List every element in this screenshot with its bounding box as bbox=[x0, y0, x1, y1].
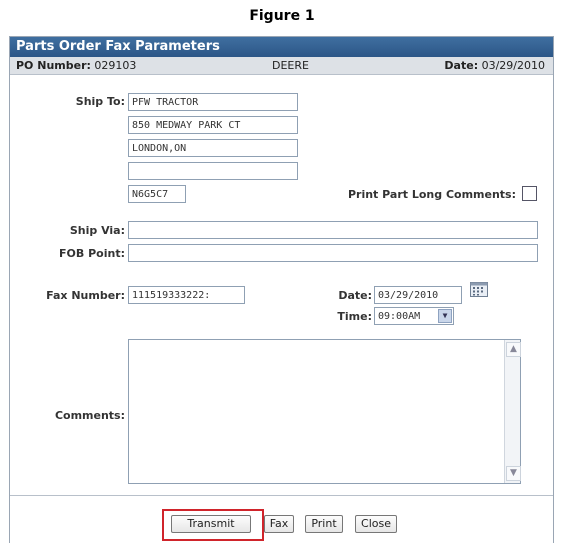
ship-to-label: Ship To: bbox=[75, 95, 125, 108]
po-info-bar: PO Number: 029103 DEERE Date: 03/29/2010 bbox=[10, 57, 553, 75]
ship-to-postal-code[interactable]: N6G5C7 bbox=[128, 185, 186, 203]
fax-time-value: 09:00AM bbox=[378, 311, 421, 322]
fob-point-input[interactable] bbox=[128, 244, 538, 262]
figure-caption: Figure 1 bbox=[249, 8, 315, 24]
calendar-icon[interactable] bbox=[470, 282, 488, 297]
print-button[interactable]: Print bbox=[305, 515, 343, 533]
vendor-name: DEERE bbox=[272, 59, 309, 72]
dialog-title: Parts Order Fax Parameters bbox=[10, 37, 553, 57]
po-date: Date: 03/29/2010 bbox=[444, 57, 545, 75]
po-number-value: 029103 bbox=[94, 59, 137, 72]
comments-textarea[interactable]: ▲ ▼ bbox=[128, 339, 521, 484]
po-date-value: 03/29/2010 bbox=[481, 59, 545, 72]
fax-time-select[interactable]: 09:00AM ▼ bbox=[374, 307, 454, 325]
scroll-down-arrow-icon[interactable]: ▼ bbox=[506, 466, 521, 481]
fax-number-input[interactable]: 111519333222: bbox=[128, 286, 245, 304]
fax-button[interactable]: Fax bbox=[264, 515, 294, 533]
ship-via-label: Ship Via: bbox=[69, 224, 125, 237]
transmit-button[interactable]: Transmit bbox=[171, 515, 251, 533]
fax-date-input[interactable]: 03/29/2010 bbox=[374, 286, 462, 304]
fax-parameters-dialog: Parts Order Fax Parameters PO Number: 02… bbox=[9, 36, 554, 543]
po-date-label: Date: bbox=[444, 59, 479, 72]
scroll-up-arrow-icon[interactable]: ▲ bbox=[506, 342, 521, 357]
close-button[interactable]: Close bbox=[355, 515, 397, 533]
button-bar: Transmit Fax Print Close bbox=[10, 495, 553, 543]
chevron-down-icon[interactable]: ▼ bbox=[438, 309, 452, 323]
ship-to-line-4[interactable] bbox=[128, 162, 298, 180]
ship-via-input[interactable] bbox=[128, 221, 538, 239]
ship-to-line-1[interactable]: PFW TRACTOR bbox=[128, 93, 298, 111]
print-comments-label: Print Part Long Comments: bbox=[347, 188, 516, 201]
ship-to-line-3[interactable]: LONDON,ON bbox=[128, 139, 298, 157]
ship-to-line-2[interactable]: 850 MEDWAY PARK CT bbox=[128, 116, 298, 134]
fax-number-label: Fax Number: bbox=[46, 289, 125, 302]
fax-date-label: Date: bbox=[338, 289, 372, 302]
fax-time-label: Time: bbox=[337, 310, 372, 323]
print-comments-checkbox[interactable] bbox=[522, 186, 537, 201]
po-number: PO Number: 029103 bbox=[16, 57, 136, 75]
po-number-label: PO Number: bbox=[16, 59, 91, 72]
fob-point-label: FOB Point: bbox=[59, 247, 125, 260]
comments-label: Comments: bbox=[54, 409, 125, 422]
comments-scrollbar[interactable]: ▲ ▼ bbox=[504, 340, 521, 483]
